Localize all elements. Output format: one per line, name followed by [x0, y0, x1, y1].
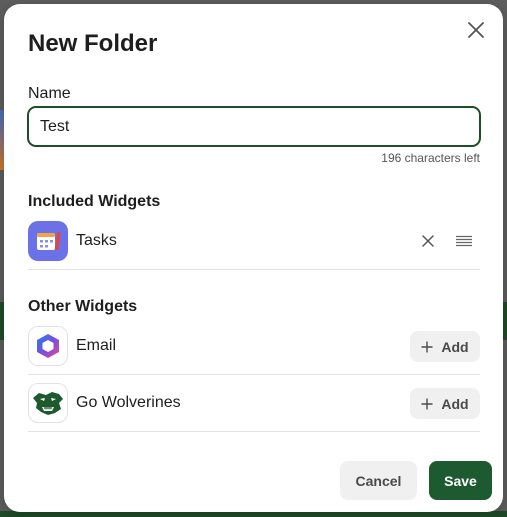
drag-handle[interactable]: [454, 231, 474, 251]
other-widgets-heading: Other Widgets: [28, 298, 138, 315]
add-go-wolverines-widget-button[interactable]: Add: [410, 388, 480, 419]
cancel-button[interactable]: Cancel: [340, 461, 417, 500]
add-email-widget-button[interactable]: Add: [410, 331, 480, 362]
included-widget-row-tasks: Tasks: [28, 213, 480, 270]
save-button[interactable]: Save: [429, 461, 492, 500]
close-icon: [468, 22, 484, 38]
close-icon: [422, 235, 434, 247]
email-app-icon: [28, 326, 68, 366]
included-widgets-heading: Included Widgets: [28, 193, 161, 210]
other-widget-row-email: Email Add: [28, 318, 480, 375]
other-widget-row-go-wolverines: Go Wolverines Add: [28, 375, 480, 432]
add-button-label: Add: [441, 395, 469, 412]
dialog-title: New Folder: [28, 30, 158, 57]
widget-name: Email: [76, 337, 117, 354]
widget-name: Tasks: [76, 232, 117, 249]
plus-icon: [421, 341, 433, 352]
name-input[interactable]: [27, 106, 481, 147]
new-folder-dialog: New Folder Name 196 characters left Incl…: [4, 4, 503, 512]
name-label: Name: [28, 85, 71, 102]
wolverine-logo-icon: [28, 383, 68, 423]
characters-left-counter: 196 characters left: [381, 151, 480, 165]
add-button-label: Add: [441, 338, 469, 355]
drag-handle-icon: [456, 235, 472, 247]
tasks-app-icon: [28, 221, 68, 261]
plus-icon: [421, 398, 433, 409]
remove-widget-button[interactable]: [418, 231, 438, 251]
close-button[interactable]: [464, 18, 488, 42]
widget-name: Go Wolverines: [76, 394, 181, 411]
